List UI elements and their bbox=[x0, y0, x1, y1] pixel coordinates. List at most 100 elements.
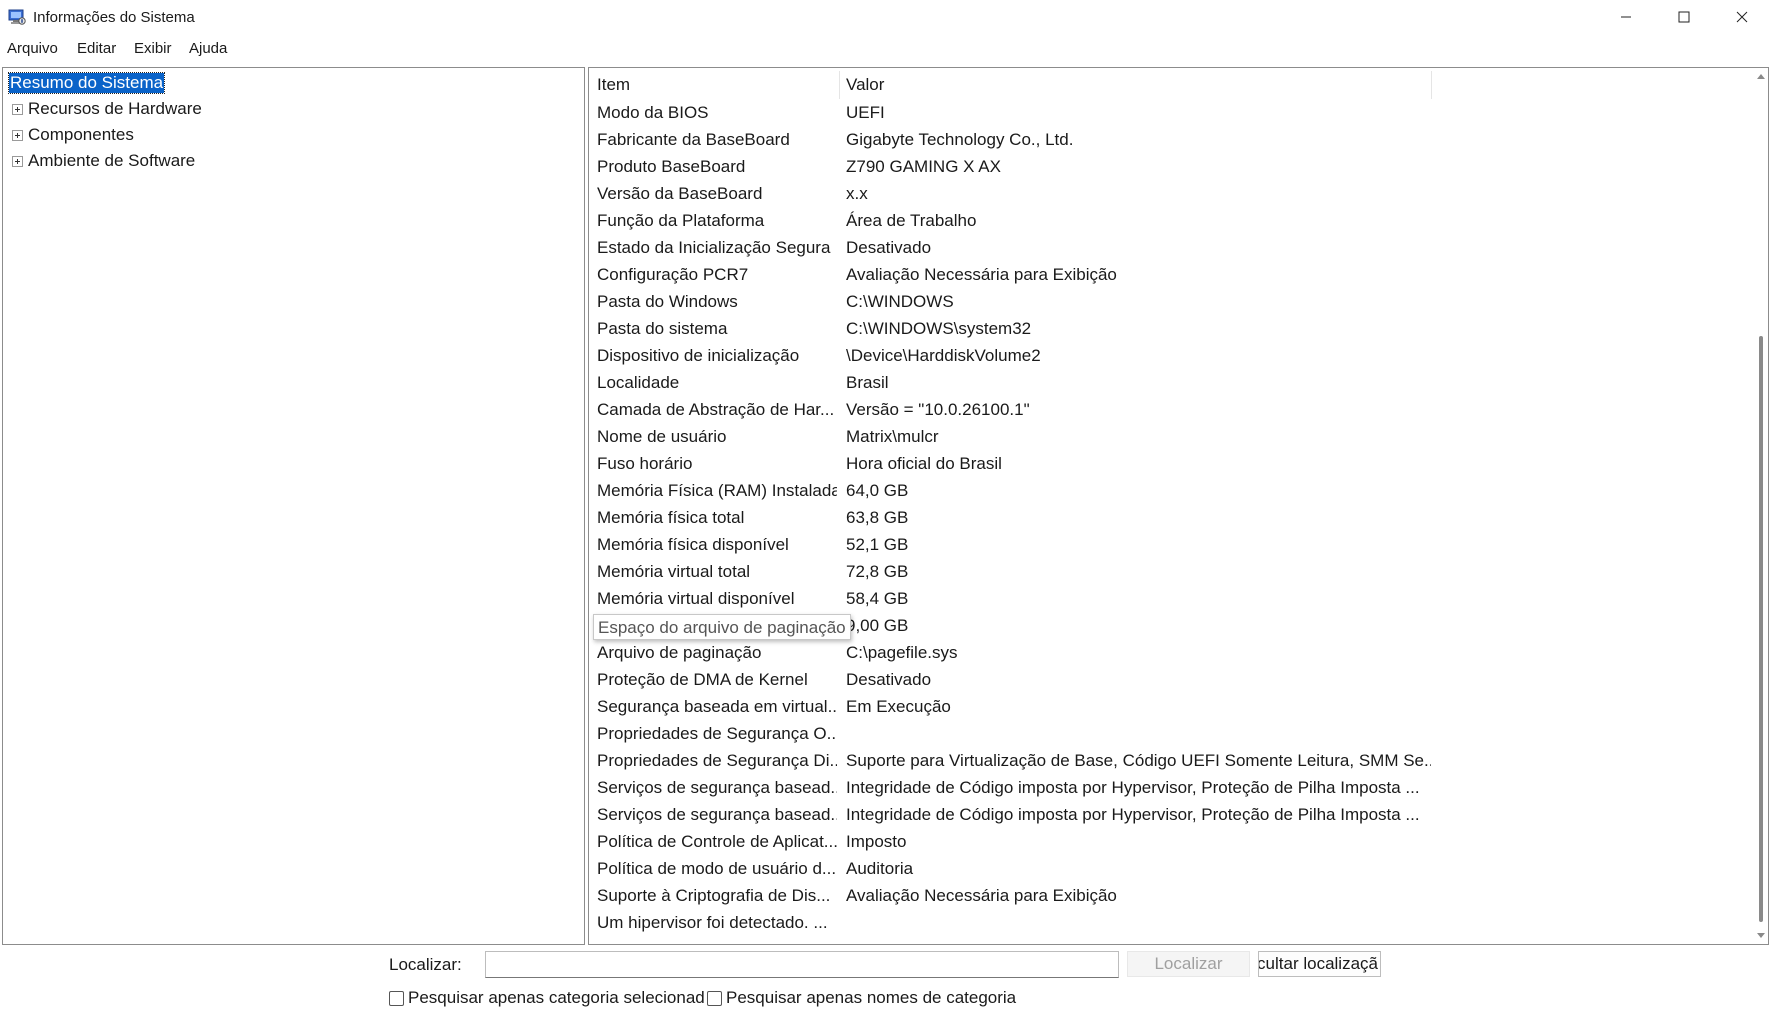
list-row[interactable]: Serviços de segurança basead... Integrida… bbox=[589, 774, 1749, 801]
row-item-cell: Localidade bbox=[597, 373, 680, 392]
row-item-cell: Memória física disponível bbox=[597, 535, 789, 554]
find-label: Localizar: bbox=[389, 955, 462, 974]
row-value-cell: Avaliação Necessária para Exibição bbox=[846, 265, 1117, 284]
row-value-cell: Matrix\mulcr bbox=[846, 427, 939, 446]
truncated-text-tooltip: Espaço do arquivo de paginação bbox=[593, 614, 851, 640]
find-input[interactable] bbox=[485, 951, 1119, 978]
list-row[interactable]: Espaço do arquivo de paginação9,00 GBEsp… bbox=[589, 612, 1749, 640]
column-header-value[interactable]: Valor bbox=[846, 71, 1426, 99]
find-button[interactable]: Localizar bbox=[1127, 951, 1250, 977]
menu-exibir[interactable]: Exibir bbox=[134, 40, 172, 57]
list-row[interactable]: Fuso horário Hora oficial do Brasil bbox=[589, 450, 1749, 477]
list-row[interactable]: Modo da BIOS UEFI bbox=[589, 99, 1749, 126]
row-value-cell: Imposto bbox=[846, 832, 907, 851]
tree-item-ambiente-de-software[interactable]: Ambiente de Software bbox=[9, 149, 196, 173]
list-row[interactable]: Dispositivo de inicialização \Device\Hard… bbox=[589, 342, 1749, 369]
maximize-button[interactable] bbox=[1655, 0, 1713, 34]
list-row[interactable]: Memória virtual disponível 58,4 GB bbox=[589, 585, 1749, 612]
tree-item-label: Resumo do Sistema bbox=[7, 72, 166, 94]
list-row[interactable]: Camada de Abstração de Har... Versão = "1… bbox=[589, 396, 1749, 423]
list-row[interactable]: Produto BaseBoard Z790 GAMING X AX bbox=[589, 153, 1749, 180]
list-row[interactable]: Serviços de segurança basead... Integrida… bbox=[589, 801, 1749, 828]
list-row[interactable]: Pasta do Windows C:\WINDOWS bbox=[589, 288, 1749, 315]
row-value-cell: Integridade de Código imposta por Hyperv… bbox=[846, 778, 1420, 797]
menu-editar[interactable]: Editar bbox=[77, 40, 116, 57]
list-row[interactable]: Estado da Inicialização Segura Desativado bbox=[589, 234, 1749, 261]
tree-item-componentes[interactable]: Componentes bbox=[9, 123, 135, 147]
scroll-up-icon[interactable] bbox=[1757, 74, 1765, 79]
tree-item-recursos-de-hardware[interactable]: Recursos de Hardware bbox=[9, 97, 203, 121]
category-tree[interactable]: Resumo do Sistema Recursos de Hardware C… bbox=[2, 67, 585, 945]
row-item-cell: Produto BaseBoard bbox=[597, 157, 746, 176]
maximize-icon bbox=[1678, 11, 1690, 23]
vertical-scrollbar[interactable] bbox=[1754, 68, 1768, 944]
checkbox-icon[interactable] bbox=[707, 990, 722, 1006]
list-row[interactable]: Memória virtual total 72,8 GB bbox=[589, 558, 1749, 585]
tree-item-label: Recursos de Hardware bbox=[28, 99, 202, 118]
row-item-cell: Pasta do Windows bbox=[597, 292, 738, 311]
close-find-button[interactable]: cultar localizaçã bbox=[1258, 951, 1381, 977]
column-divider[interactable] bbox=[1431, 71, 1432, 99]
row-item-cell: Configuração PCR7 bbox=[597, 265, 749, 284]
list-row[interactable]: Propriedades de Segurança O... bbox=[589, 720, 1749, 747]
list-row[interactable]: Nome de usuário Matrix\mulcr bbox=[589, 423, 1749, 450]
checkbox-icon[interactable] bbox=[389, 990, 404, 1006]
list-row[interactable]: Segurança baseada em virtual... Em Execuç… bbox=[589, 693, 1749, 720]
list-row[interactable]: Memória física total 63,8 GB bbox=[589, 504, 1749, 531]
column-header-item[interactable]: Item bbox=[597, 71, 837, 99]
list-row[interactable]: Localidade Brasil bbox=[589, 369, 1749, 396]
tree-item-label: Componentes bbox=[28, 125, 134, 144]
scroll-down-icon[interactable] bbox=[1757, 933, 1765, 938]
expand-icon[interactable] bbox=[12, 129, 23, 141]
list-row[interactable]: Política de modo de usuário d... Auditori… bbox=[589, 855, 1749, 882]
list-row[interactable]: Memória física disponível 52,1 GB bbox=[589, 531, 1749, 558]
checkbox-label: Pesquisar apenas nomes de categoria bbox=[726, 988, 1017, 1007]
row-item-cell: Dispositivo de inicialização bbox=[597, 346, 800, 365]
row-value-cell: 9,00 GB bbox=[846, 616, 909, 635]
list-row[interactable]: Versão da BaseBoard x.x bbox=[589, 180, 1749, 207]
list-row[interactable]: Fabricante da BaseBoard Gigabyte Technolo… bbox=[589, 126, 1749, 153]
row-value-cell: 52,1 GB bbox=[846, 535, 909, 554]
scroll-thumb[interactable] bbox=[1759, 336, 1763, 922]
row-item-cell: Segurança baseada em virtual... bbox=[597, 697, 837, 716]
details-list[interactable]: Item Valor Modo da BIOS UEFI Fabricante da… bbox=[588, 67, 1769, 945]
row-item-cell: Pasta do sistema bbox=[597, 319, 728, 338]
expand-icon[interactable] bbox=[12, 103, 23, 115]
row-item-cell: Memória virtual total bbox=[597, 562, 751, 581]
list-row[interactable]: Proteção de DMA de Kernel Desativado bbox=[589, 666, 1749, 693]
row-value-cell: 63,8 GB bbox=[846, 508, 909, 527]
row-item-cell: Serviços de segurança basead... bbox=[597, 778, 837, 797]
list-row[interactable]: Um hipervisor foi detectado. ... bbox=[589, 909, 1749, 936]
column-divider[interactable] bbox=[839, 71, 840, 99]
expand-icon[interactable] bbox=[12, 155, 23, 167]
list-row[interactable]: Memória Física (RAM) Instalada 64,0 GB bbox=[589, 477, 1749, 504]
list-row[interactable]: Propriedades de Segurança Di... Suporte p… bbox=[589, 747, 1749, 774]
row-value-cell: x.x bbox=[846, 184, 868, 203]
tree-item-resumo-do-sistema[interactable]: Resumo do Sistema bbox=[7, 71, 166, 95]
row-value-cell: Brasil bbox=[846, 373, 889, 392]
row-item-cell: Estado da Inicialização Segura bbox=[597, 238, 831, 257]
list-row[interactable]: Função da Plataforma Área de Trabalho bbox=[589, 207, 1749, 234]
list-row[interactable]: Pasta do sistema C:\WINDOWS\system32 bbox=[589, 315, 1749, 342]
row-item-cell: Versão da BaseBoard bbox=[597, 184, 763, 203]
list-row[interactable]: Política de Controle de Aplicat... Impost… bbox=[589, 828, 1749, 855]
row-value-cell: Auditoria bbox=[846, 859, 914, 878]
row-value-cell: Integridade de Código imposta por Hyperv… bbox=[846, 805, 1420, 824]
row-value-cell: Versão = "10.0.26100.1" bbox=[846, 400, 1030, 419]
row-value-cell: UEFI bbox=[846, 103, 885, 122]
list-row[interactable]: Configuração PCR7 Avaliação Necessária pa… bbox=[589, 261, 1749, 288]
window-title: Informações do Sistema bbox=[33, 9, 195, 26]
row-item-cell: Política de modo de usuário d... bbox=[597, 859, 837, 878]
menu-arquivo[interactable]: Arquivo bbox=[7, 40, 58, 57]
row-item-cell: Memória virtual disponível bbox=[597, 589, 795, 608]
checkbox-search-selected-category[interactable]: Pesquisar apenas categoria selecionad bbox=[389, 988, 705, 1008]
menu-ajuda[interactable]: Ajuda bbox=[189, 40, 227, 57]
row-value-cell: Desativado bbox=[846, 238, 932, 257]
close-button[interactable] bbox=[1713, 0, 1771, 34]
row-value-cell: Hora oficial do Brasil bbox=[846, 454, 1002, 473]
checkbox-search-category-names[interactable]: Pesquisar apenas nomes de categoria bbox=[707, 988, 1016, 1008]
minimize-button[interactable] bbox=[1597, 0, 1655, 34]
list-row[interactable]: Suporte à Criptografia de Dis... Avaliaçã… bbox=[589, 882, 1749, 909]
row-value-cell: Em Execução bbox=[846, 697, 951, 716]
list-row[interactable]: Arquivo de paginação C:\pagefile.sys bbox=[589, 639, 1749, 666]
